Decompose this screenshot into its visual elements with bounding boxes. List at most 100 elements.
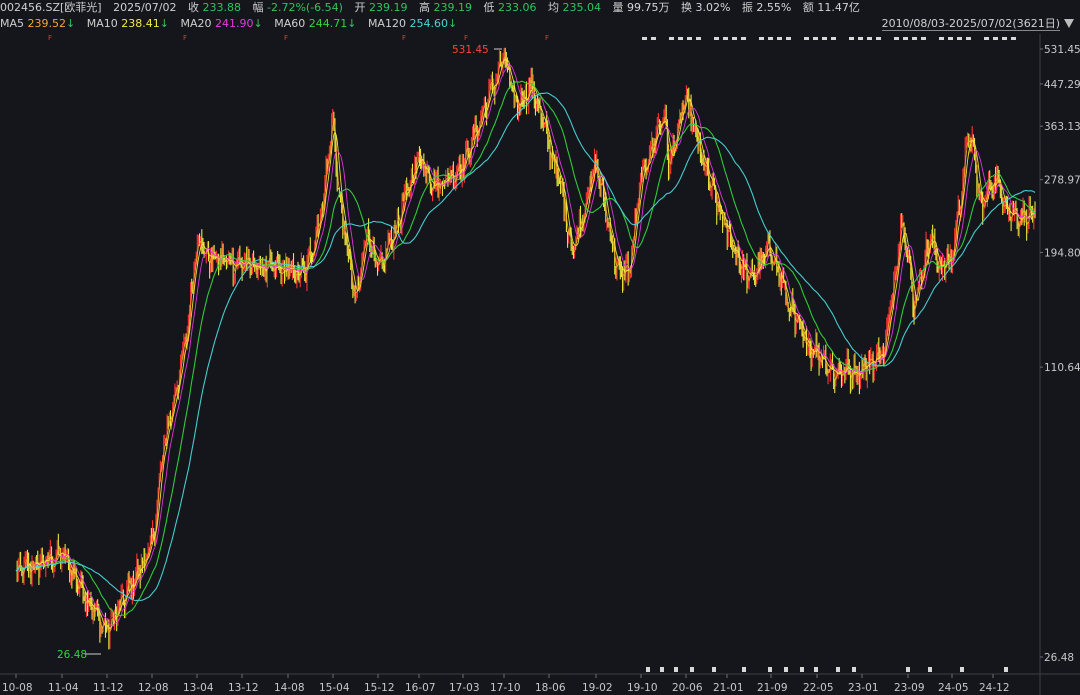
- x-tick-label: 17-03: [449, 682, 480, 694]
- amplitude-label: 振: [741, 1, 753, 14]
- bottom-event-icon: [852, 667, 856, 672]
- event-marker-icon: F: [183, 34, 187, 42]
- ma-line-ma10: [15, 58, 1036, 629]
- bottom-event-icon: [690, 667, 694, 672]
- event-flag-icon: [723, 37, 728, 40]
- quote-date: 2025/07/02: [113, 1, 177, 14]
- close-value: 233.88: [202, 1, 242, 14]
- high-value: 239.19: [433, 1, 472, 14]
- event-flag-icon: [849, 37, 854, 40]
- bottom-event-icon: [660, 667, 664, 672]
- event-flag-icon: [687, 37, 692, 40]
- event-flag-icon: [759, 37, 764, 40]
- ma60-name: MA60: [274, 17, 306, 30]
- x-tick-label: 22-05: [803, 682, 834, 694]
- avg-value: 235.04: [562, 1, 601, 14]
- open-label: 开: [354, 1, 366, 14]
- event-flag-icon: [912, 37, 917, 40]
- x-tick-label: 16-07: [405, 682, 436, 694]
- event-marker-icon: F: [48, 34, 52, 42]
- event-flag-icon: [1002, 37, 1007, 40]
- bottom-event-icon: [784, 667, 788, 672]
- bottom-event-icon: [712, 667, 716, 672]
- y-tick-label: 447.29: [1044, 79, 1080, 91]
- turnover-value: 3.02%: [695, 1, 731, 14]
- bottom-event-icon: [674, 667, 678, 672]
- event-flag-icon: [903, 37, 908, 40]
- event-flag-icon: [822, 37, 827, 40]
- bottom-event-icon: [928, 667, 932, 672]
- x-tick-label: 19-02: [582, 682, 613, 694]
- volume-label: 量: [612, 1, 624, 14]
- bottom-event-icon: [906, 667, 910, 672]
- change-label: 幅: [252, 1, 264, 14]
- event-flag-icon: [786, 37, 791, 40]
- event-flag-icon: [993, 37, 998, 40]
- x-tick-label: 11-12: [93, 682, 124, 694]
- event-flag-icon: [813, 37, 818, 40]
- ma10-name: MA10: [86, 17, 118, 30]
- bottom-event-icon: [768, 667, 772, 672]
- event-flag-icon: [858, 37, 863, 40]
- amplitude-value: 2.55%: [756, 1, 792, 14]
- event-flag-icon: [867, 37, 872, 40]
- event-flag-icon: [732, 37, 737, 40]
- x-tick-label: 20-06: [672, 682, 703, 694]
- event-flag-icon: [921, 37, 926, 40]
- x-tick-label: 15-04: [319, 682, 350, 694]
- event-flag-icon: [957, 37, 962, 40]
- event-flag-icon: [894, 37, 899, 40]
- y-tick-label: 26.48: [1044, 652, 1074, 664]
- change-value: -2.72%(-6.54): [267, 1, 343, 14]
- dropdown-triangle-icon[interactable]: [1064, 19, 1074, 28]
- x-tick-label: 24-12: [979, 682, 1010, 694]
- event-flag-icon: [948, 37, 953, 40]
- ma120-name: MA120: [367, 17, 406, 30]
- event-flag-icon: [984, 37, 989, 40]
- ma120-value: 254.60: [409, 17, 448, 30]
- x-tick-label: 11-04: [48, 682, 79, 694]
- x-tick-label: 14-08: [274, 682, 305, 694]
- y-tick-label: 110.64: [1044, 362, 1080, 374]
- event-flag-icon: [696, 37, 701, 40]
- event-flag-icon: [651, 37, 656, 40]
- high-price-label: 531.45: [452, 44, 489, 56]
- amount-value: 11.47亿: [817, 1, 860, 14]
- x-tick-label: 15-12: [364, 682, 395, 694]
- x-tick-label: 10-08: [2, 682, 33, 694]
- ma-line-ma20: [15, 64, 1036, 627]
- low-price-label: 26.48: [57, 649, 87, 661]
- y-tick-label: 278.97: [1044, 175, 1080, 187]
- event-flag-icon: [768, 37, 773, 40]
- avg-label: 均: [547, 1, 559, 14]
- kline-chart[interactable]: 531.45 447.29 363.13 278.97 194.80 110.64 26.4…: [0, 34, 1080, 695]
- event-marker-icon: F: [284, 34, 288, 42]
- close-label: 收: [188, 1, 199, 14]
- ma60-arrow: ↓: [347, 17, 357, 30]
- ma20-arrow: ↓: [253, 17, 263, 30]
- ma10-value: 238.41: [121, 17, 160, 30]
- bottom-event-icon: [800, 667, 804, 672]
- y-tick-label: 194.80: [1044, 247, 1080, 259]
- x-tick-label: 19-10: [627, 682, 658, 694]
- ma5-name: MA5: [0, 17, 25, 30]
- open-value: 239.19: [368, 1, 408, 14]
- date-range[interactable]: 2010/08/03-2025/07/02(3621日): [881, 17, 1060, 31]
- ma60-value: 244.71: [308, 17, 348, 30]
- event-marker-icon: F: [464, 34, 468, 42]
- event-flag-icon: [741, 37, 746, 40]
- event-flag-icon: [1011, 37, 1016, 40]
- event-marker-icon: F: [545, 34, 549, 42]
- event-marker-icon: F: [402, 34, 406, 42]
- event-flag-icon: [876, 37, 881, 40]
- ma20-value: 241.90: [214, 17, 254, 30]
- ma-line-ma5: [15, 55, 1036, 633]
- event-flag-icon: [669, 37, 674, 40]
- x-tick-label: 18-06: [535, 682, 566, 694]
- bottom-event-icon: [646, 667, 650, 672]
- high-label: 高: [418, 1, 430, 14]
- x-tick-label: 24-05: [938, 682, 969, 694]
- low-value: 233.06: [497, 1, 537, 14]
- bottom-event-icon: [1004, 667, 1008, 672]
- event-flag-icon: [642, 37, 647, 40]
